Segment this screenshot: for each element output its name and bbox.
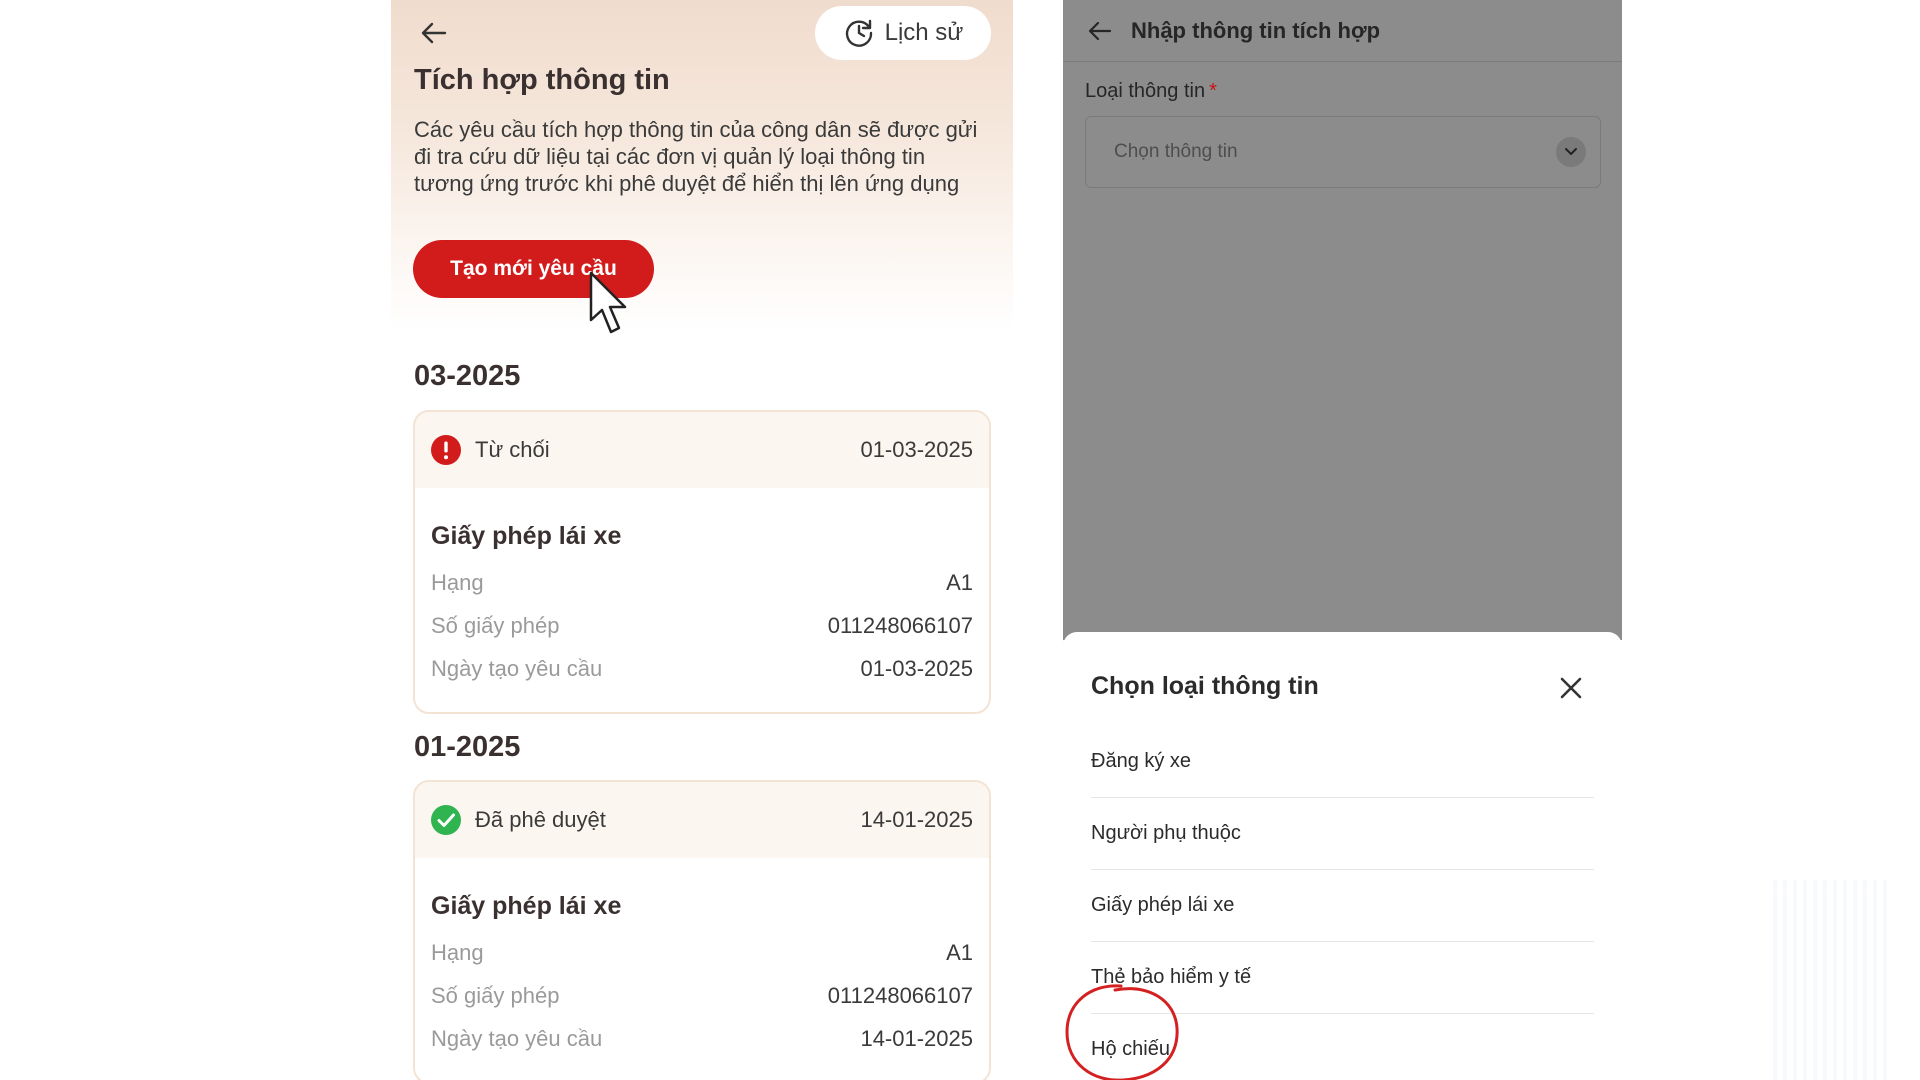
close-icon[interactable] <box>1553 670 1589 706</box>
status-badge: Đã phê duyệt <box>475 807 606 832</box>
detail-label: Ngày tạo yêu cầu <box>431 1025 603 1051</box>
detail-row: Số giấy phép 011248066107 <box>415 604 989 647</box>
detail-value: A1 <box>946 939 973 965</box>
history-clock-icon <box>845 19 872 47</box>
detail-label: Ngày tạo yêu cầu <box>431 655 603 681</box>
approved-check-icon <box>431 805 461 835</box>
screenshot-stage: Lịch sử Tích hợp thông tin Các yêu cầu t… <box>0 0 1920 1080</box>
info-type-select[interactable]: Chọn thông tin <box>1085 116 1601 188</box>
back-arrow-icon[interactable] <box>1087 18 1113 44</box>
rejected-alert-icon <box>431 435 461 465</box>
field-label-text: Loại thông tin <box>1085 80 1206 102</box>
required-mark: * <box>1209 80 1217 102</box>
detail-value: A1 <box>946 569 973 595</box>
status-badge: Từ chối <box>475 437 550 462</box>
detail-row: Hạng A1 <box>415 931 989 974</box>
integration-form-screen: Nhập thông tin tích hợp Loại thông tin * … <box>1063 0 1622 1080</box>
detail-row: Số giấy phép 011248066107 <box>415 974 989 1017</box>
detail-value: 011248066107 <box>827 612 973 638</box>
page-title: Tích hợp thông tin <box>414 64 670 96</box>
detail-label: Hạng <box>431 569 484 595</box>
page-description: Các yêu cầu tích hợp thông tin của công … <box>414 117 978 196</box>
select-placeholder: Chọn thông tin <box>1114 141 1238 162</box>
month-heading: 01-2025 <box>414 731 521 763</box>
detail-label: Số giấy phép <box>431 982 560 1008</box>
detail-value: 14-01-2025 <box>860 1025 973 1051</box>
request-date: 14-01-2025 <box>860 807 973 832</box>
annotation-circle <box>1065 984 1179 1080</box>
history-button[interactable]: Lịch sử <box>815 6 991 60</box>
option-item[interactable]: Giấy phép lái xe <box>1091 870 1594 942</box>
detail-value: 01-03-2025 <box>860 655 973 681</box>
request-date: 01-03-2025 <box>860 437 973 462</box>
detail-label: Hạng <box>431 939 484 965</box>
card-header: Đã phê duyệt 14-01-2025 <box>415 782 989 858</box>
background-artifact <box>1773 880 1893 1080</box>
detail-label: Số giấy phép <box>431 612 560 638</box>
sheet-title: Chọn loại thông tin <box>1091 672 1319 700</box>
detail-value: 011248066107 <box>827 982 973 1008</box>
field-label: Loại thông tin * <box>1085 80 1217 103</box>
back-arrow-icon[interactable] <box>419 18 449 48</box>
option-item[interactable]: Đăng ký xe <box>1091 726 1594 798</box>
detail-row: Ngày tạo yêu cầu 14-01-2025 <box>415 1017 989 1060</box>
request-card[interactable]: Đã phê duyệt 14-01-2025 Giấy phép lái xe… <box>413 780 991 1080</box>
form-title: Nhập thông tin tích hợp <box>1131 17 1381 43</box>
document-title: Giấy phép lái xe <box>431 522 622 550</box>
detail-row: Ngày tạo yêu cầu 01-03-2025 <box>415 647 989 690</box>
month-heading: 03-2025 <box>414 360 521 392</box>
modal-backdrop[interactable]: Nhập thông tin tích hợp Loại thông tin * … <box>1063 0 1622 640</box>
option-item[interactable]: Người phụ thuộc <box>1091 798 1594 870</box>
detail-row: Hạng A1 <box>415 561 989 604</box>
integration-list-screen: Lịch sử Tích hợp thông tin Các yêu cầu t… <box>391 0 1013 1080</box>
card-header: Từ chối 01-03-2025 <box>415 412 989 488</box>
history-label: Lịch sử <box>884 19 964 46</box>
form-header: Nhập thông tin tích hợp <box>1063 0 1622 62</box>
document-title: Giấy phép lái xe <box>431 892 622 920</box>
request-card[interactable]: Từ chối 01-03-2025 Giấy phép lái xe Hạng… <box>413 410 991 714</box>
mouse-pointer-icon <box>589 271 627 334</box>
chevron-down-icon <box>1556 137 1586 167</box>
